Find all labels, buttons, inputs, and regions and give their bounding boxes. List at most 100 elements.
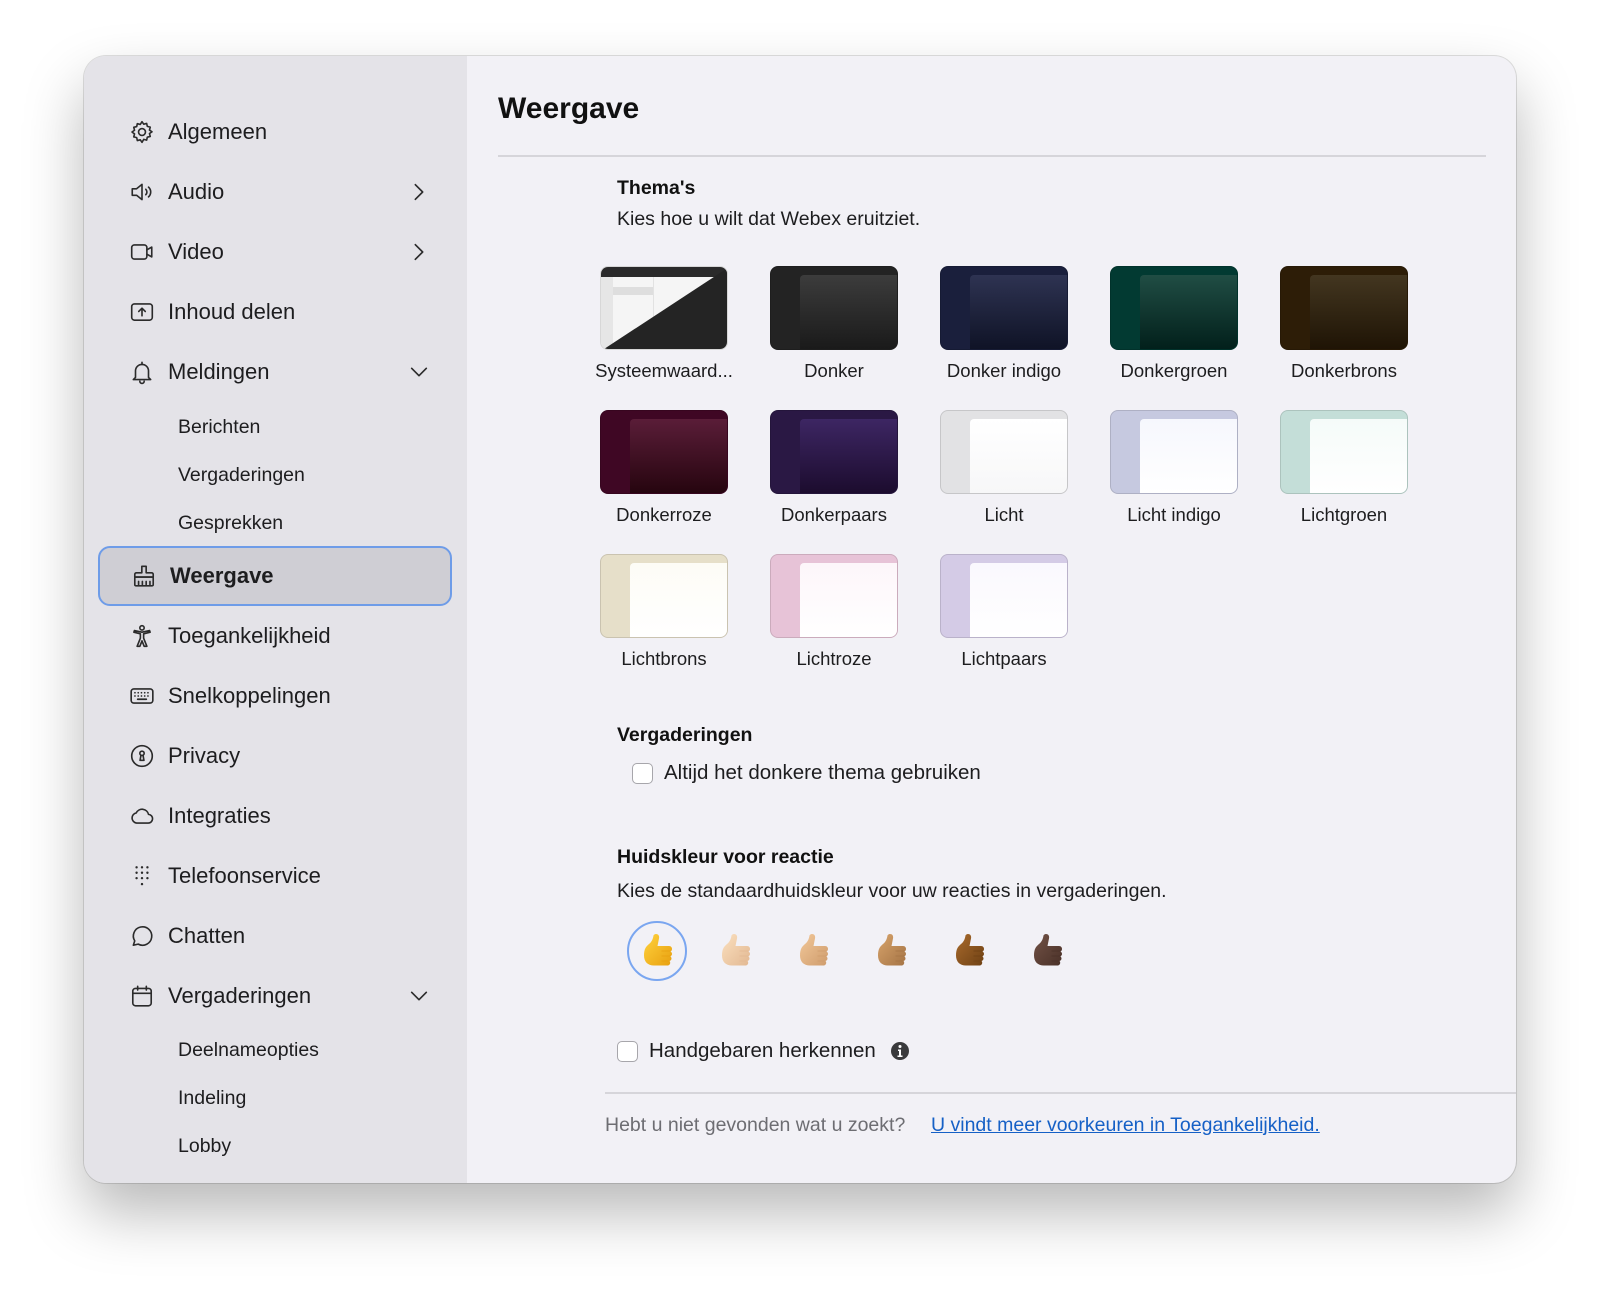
theme-label: Donkerroze	[616, 504, 712, 525]
sidebar-subitem-vergaderingen[interactable]: Vergaderingen	[178, 464, 305, 487]
sidebar-item-inhoud-delen[interactable]: Inhoud delen	[98, 282, 452, 342]
skin-tone-title: Huidskleur voor reactie	[617, 846, 834, 868]
sidebar-subitem-gesprekken[interactable]: Gesprekken	[178, 512, 283, 535]
skin-tone-option-medium-dark[interactable]	[939, 921, 999, 981]
skin-tone-option-default-yellow[interactable]	[627, 921, 687, 981]
sidebar-item-snelkoppelingen[interactable]: Snelkoppelingen	[98, 666, 452, 726]
calendar-icon	[128, 982, 156, 1010]
skin-tone-option-medium[interactable]	[861, 921, 921, 981]
theme-option[interactable]: Lichtroze	[759, 554, 909, 670]
theme-swatch-panel	[1310, 275, 1407, 349]
theme-option[interactable]: Donkerpaars	[759, 410, 909, 526]
hand-gestures-checkbox-row[interactable]: Handgebaren herkennen	[617, 1039, 910, 1063]
sidebar-item-label: Integraties	[168, 803, 271, 828]
privacy-lock-icon	[128, 742, 156, 770]
skin-tone-option-dark[interactable]	[1017, 921, 1077, 981]
theme-swatch	[1110, 410, 1238, 494]
sidebar-subitem-deelnameopties[interactable]: Deelnameopties	[178, 1039, 319, 1062]
theme-swatch	[770, 410, 898, 494]
sidebar-subitem-lobby[interactable]: Lobby	[178, 1135, 231, 1158]
theme-option[interactable]: Licht	[929, 410, 1079, 526]
dark-theme-meetings-label: Altijd het donkere thema gebruiken	[664, 761, 981, 784]
theme-swatch-panel	[1140, 275, 1237, 349]
info-icon[interactable]	[890, 1041, 910, 1061]
theme-swatch-panel	[800, 563, 897, 637]
theme-swatch-panel	[800, 275, 897, 349]
theme-option[interactable]: Donker	[759, 266, 909, 382]
theme-swatch	[940, 266, 1068, 350]
theme-label: Licht indigo	[1127, 504, 1221, 525]
sidebar-item-label: Meldingen	[168, 359, 270, 384]
sidebar-item-privacy[interactable]: Privacy	[98, 726, 452, 786]
thumbs-up-icon	[722, 934, 750, 966]
sidebar-item-video[interactable]: Video	[98, 222, 452, 282]
sidebar-item-integraties[interactable]: Integraties	[98, 786, 452, 846]
theme-label: Donkerbrons	[1291, 360, 1397, 381]
thumbs-up-icon	[800, 934, 828, 966]
sidebar-item-audio[interactable]: Audio	[98, 162, 452, 222]
theme-swatch-panel	[970, 275, 1067, 349]
gear-icon	[128, 118, 156, 146]
sidebar-subitem-indeling[interactable]: Indeling	[178, 1087, 246, 1110]
chevron-down-icon	[408, 985, 430, 1007]
chevron-right-icon	[408, 241, 430, 263]
theme-swatch	[770, 266, 898, 350]
hand-gestures-checkbox[interactable]	[617, 1040, 638, 1062]
speaker-icon	[128, 178, 156, 206]
theme-swatch-panel	[970, 419, 1067, 493]
theme-option[interactable]: Lichtbrons	[589, 554, 739, 670]
sidebar-item-label: Algemeen	[168, 119, 268, 144]
dark-theme-meetings-checkbox-row[interactable]: Altijd het donkere thema gebruiken	[632, 761, 981, 785]
theme-option[interactable]: Lichtgroen	[1269, 410, 1419, 526]
thumbs-up-icon	[878, 934, 906, 966]
theme-option[interactable]: Systeemwaard...	[589, 266, 739, 382]
meetings-section-title: Vergaderingen	[617, 724, 753, 746]
theme-option[interactable]: Lichtpaars	[929, 554, 1079, 670]
theme-label: Donker indigo	[946, 360, 1062, 381]
sidebar-item-algemeen[interactable]: Algemeen	[98, 102, 452, 162]
chevron-down-icon	[408, 361, 430, 383]
sidebar-item-chatten[interactable]: Chatten	[98, 906, 452, 966]
theme-swatch-panel	[970, 563, 1067, 637]
sidebar-item-label: Chatten	[168, 923, 246, 948]
skin-tone-option-light[interactable]	[705, 921, 765, 981]
theme-swatch-panel	[1310, 419, 1407, 493]
theme-option[interactable]: Donkergroen	[1099, 266, 1249, 382]
main-panel: Weergave Thema's Kies hoe u wilt dat Web…	[467, 56, 1516, 1183]
theme-label: Lichtbrons	[621, 648, 707, 669]
skin-tone-option-medium-light[interactable]	[783, 921, 843, 981]
theme-label: Lichtroze	[796, 648, 872, 669]
hand-gestures-label: Handgebaren herkennen	[649, 1039, 876, 1062]
sidebar-subitem-berichten[interactable]: Berichten	[178, 416, 260, 439]
theme-label: Lichtpaars	[961, 648, 1047, 669]
theme-label: Donkerpaars	[781, 504, 887, 525]
sidebar-item-label: Video	[168, 239, 224, 264]
theme-option[interactable]: Donkerbrons	[1269, 266, 1419, 382]
theme-swatch-panel	[800, 419, 897, 493]
themes-title: Thema's	[617, 177, 696, 199]
theme-option[interactable]: Donkerroze	[589, 410, 739, 526]
cloud-icon	[128, 802, 156, 830]
sidebar-item-telefoonservice[interactable]: Telefoonservice	[98, 846, 452, 906]
dark-theme-meetings-checkbox[interactable]	[632, 762, 653, 784]
theme-swatch	[1280, 410, 1408, 494]
theme-swatch-panel	[630, 563, 727, 637]
theme-option[interactable]: Donker indigo	[929, 266, 1079, 382]
theme-swatch-panel	[1140, 419, 1237, 493]
sidebar-item-meldingen[interactable]: Meldingen	[98, 342, 452, 402]
theme-swatch	[770, 554, 898, 638]
skin-tone-description: Kies de standaardhuidskleur voor uw reac…	[617, 880, 1167, 902]
theme-swatch	[940, 554, 1068, 638]
sidebar-item-label: Audio	[168, 179, 225, 204]
chat-bubble-icon	[128, 922, 156, 950]
sidebar-item-vergaderingen[interactable]: Vergaderingen	[98, 966, 452, 1026]
theme-label: Donker	[804, 360, 864, 381]
accessibility-preferences-link[interactable]: U vindt meer voorkeuren in Toegankelijkh…	[931, 1114, 1320, 1137]
theme-swatch	[1280, 266, 1408, 350]
theme-option[interactable]: Licht indigo	[1099, 410, 1249, 526]
sidebar-item-label: Inhoud delen	[168, 299, 296, 324]
sidebar-item-toegankelijkheid[interactable]: Toegankelijkheid	[98, 606, 452, 666]
sidebar-item-weergave[interactable]: Weergave	[98, 546, 452, 606]
sidebar-item-label: Weergave	[170, 563, 274, 588]
accessibility-icon	[128, 622, 156, 650]
